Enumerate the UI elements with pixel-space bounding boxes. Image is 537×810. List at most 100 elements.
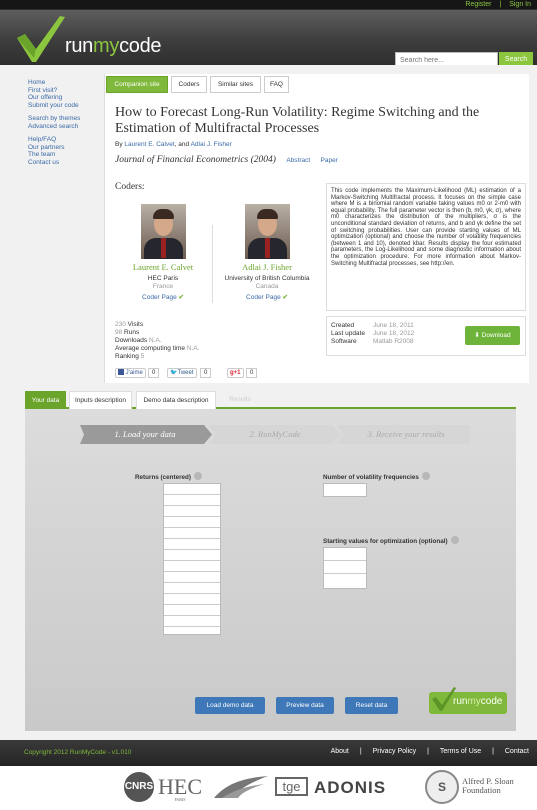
author-link-calvet[interactable]: Laurent E. Calvet [124,141,174,148]
tab-coders[interactable]: Coders [171,76,207,93]
starting-values-grid[interactable] [323,547,367,589]
run-code-badge[interactable]: runmycode [429,687,507,714]
footer-terms-link[interactable]: Terms of Use [440,748,481,755]
tweet-button[interactable]: 🐦Tweet [167,368,197,378]
frequencies-label-text: Number of volatility frequencies [323,474,419,481]
tab-results[interactable]: Results [219,391,261,409]
returns-input-grid[interactable] [163,483,221,635]
tge-logo[interactable]: tge [275,777,308,796]
sloan-seal-logo[interactable]: S [425,770,459,804]
sidebar-item-search-themes[interactable]: Search by themes [28,115,104,123]
updated-label: Last update [331,330,365,337]
load-demo-data-button[interactable]: Load demo data [195,697,265,714]
paper-link[interactable]: Paper [321,157,338,164]
frequencies-label: Number of volatility frequencies [323,472,430,481]
grid-cell[interactable] [164,539,220,550]
grid-cell[interactable] [164,484,220,495]
sidebar-item-contact[interactable]: Contact us [28,159,104,167]
help-icon[interactable] [450,536,459,544]
footer-privacy-link[interactable]: Privacy Policy [373,748,417,755]
site-logo[interactable]: runmycode [65,35,162,58]
grid-cell[interactable] [164,572,220,583]
preview-data-button[interactable]: Preview data [276,697,334,714]
visits-label: Visits [127,321,144,328]
grid-cell[interactable] [164,583,220,594]
register-link[interactable]: Register [465,1,491,8]
coder-photo-fisher[interactable] [244,204,290,259]
coder-institution: University of British Columbia [224,275,310,282]
sidebar-item-submit[interactable]: Submit your code [28,102,104,110]
data-panel [25,409,516,731]
tab-demo-data-description[interactable]: Demo data description [136,391,216,409]
coder-photo-calvet[interactable] [140,204,186,259]
grid-cell[interactable] [324,574,366,587]
progress-steps: 1. Load your data 2. RunMyCode 3. Receiv… [80,425,470,444]
grid-cell[interactable] [324,548,366,561]
grid-cell[interactable] [164,561,220,572]
footer-links: About | Privacy Policy | Terms of Use | … [322,748,529,755]
coder-card-fisher: Adlai J. Fisher University of British Co… [217,204,317,301]
tweet-count: 0 [200,368,212,378]
ranking-value: 5 [140,353,145,360]
author-link-fisher[interactable]: Adlai J. Fisher [191,141,232,148]
sidebar-item-help[interactable]: Help/FAQ [28,136,104,144]
sidebar-group-help: Help/FAQ Our partners The team Contact u… [28,136,104,166]
checkmark-logo-icon[interactable] [14,14,66,64]
abstract-link[interactable]: Abstract [286,157,310,164]
sidebar-item-partners[interactable]: Our partners [28,144,104,152]
coder-divider [212,225,213,303]
grid-cell[interactable] [164,517,220,528]
byline: By Laurent E. Calvet, and Adlai J. Fishe… [115,141,232,148]
badge-run: run [453,696,468,707]
grid-cell[interactable] [164,616,220,627]
coder-page-link[interactable]: Coder Page [246,294,281,301]
starting-values-label-text: Starting values for optimization (option… [323,538,448,545]
help-icon[interactable] [421,472,430,480]
frequencies-input[interactable] [323,483,367,497]
coder-page-link[interactable]: Coder Page [142,294,177,301]
created-label: Created [331,322,355,329]
help-icon[interactable] [193,472,202,480]
tab-similar-sites[interactable]: Similar sites [210,76,261,93]
facebook-like-button[interactable]: J'aime [115,368,146,378]
cnrs-logo[interactable]: CNRS [124,772,154,802]
tab-your-data[interactable]: Your data [25,391,66,409]
badge-code: code [480,696,503,707]
tab-faq[interactable]: FAQ [264,76,289,93]
grid-cell[interactable] [164,528,220,539]
grid-cell[interactable] [164,605,220,616]
grid-cell[interactable] [164,506,220,517]
reset-data-button[interactable]: Reset data [345,697,398,714]
footer-contact-link[interactable]: Contact [505,748,529,755]
sidebar-item-offering[interactable]: Our offering [28,94,104,102]
coder-name[interactable]: Adlai J. Fisher [217,262,317,272]
grid-cell[interactable] [164,550,220,561]
visits-count: 230 [115,321,126,328]
sidebar-item-home[interactable]: Home [28,79,104,87]
step-receive-results: 3. Receive your results [367,429,445,439]
tab-companion-site[interactable]: Companion site [106,76,168,93]
bird-wing-logo-icon[interactable] [212,774,270,800]
data-tabs: Your data Inputs description Demo data d… [25,391,516,409]
google-plus-button[interactable]: g+1 [227,368,244,378]
sidebar-item-team[interactable]: The team [28,151,104,159]
download-button[interactable]: ⬇ Download [465,326,520,345]
tab-inputs-description[interactable]: Inputs description [69,391,132,409]
topbar-separator: | [499,1,502,8]
sloan-foundation-logo[interactable]: Alfred P. Sloan Foundation [462,777,514,795]
coder-institution: HEC Paris [147,275,179,282]
sidebar-item-first-visit[interactable]: First visit? [28,87,104,95]
grid-cell[interactable] [324,561,366,574]
grid-cell[interactable] [164,594,220,605]
signin-link[interactable]: Sign In [509,1,531,8]
hec-logo[interactable]: HEC PARIS [158,774,202,802]
adonis-logo[interactable]: ADONIS [314,778,386,798]
sidebar-item-advanced-search[interactable]: Advanced search [28,123,104,131]
journal-name: Journal of Financial Econometrics (2004) [115,155,276,165]
gplus-count: 0 [246,368,258,378]
footer-about-link[interactable]: About [331,748,349,755]
grid-cell[interactable] [164,495,220,506]
coder-name[interactable]: Laurent E. Calvet [113,262,213,272]
logo-my: my [93,35,120,57]
downloads-label: Downloads [115,337,148,344]
